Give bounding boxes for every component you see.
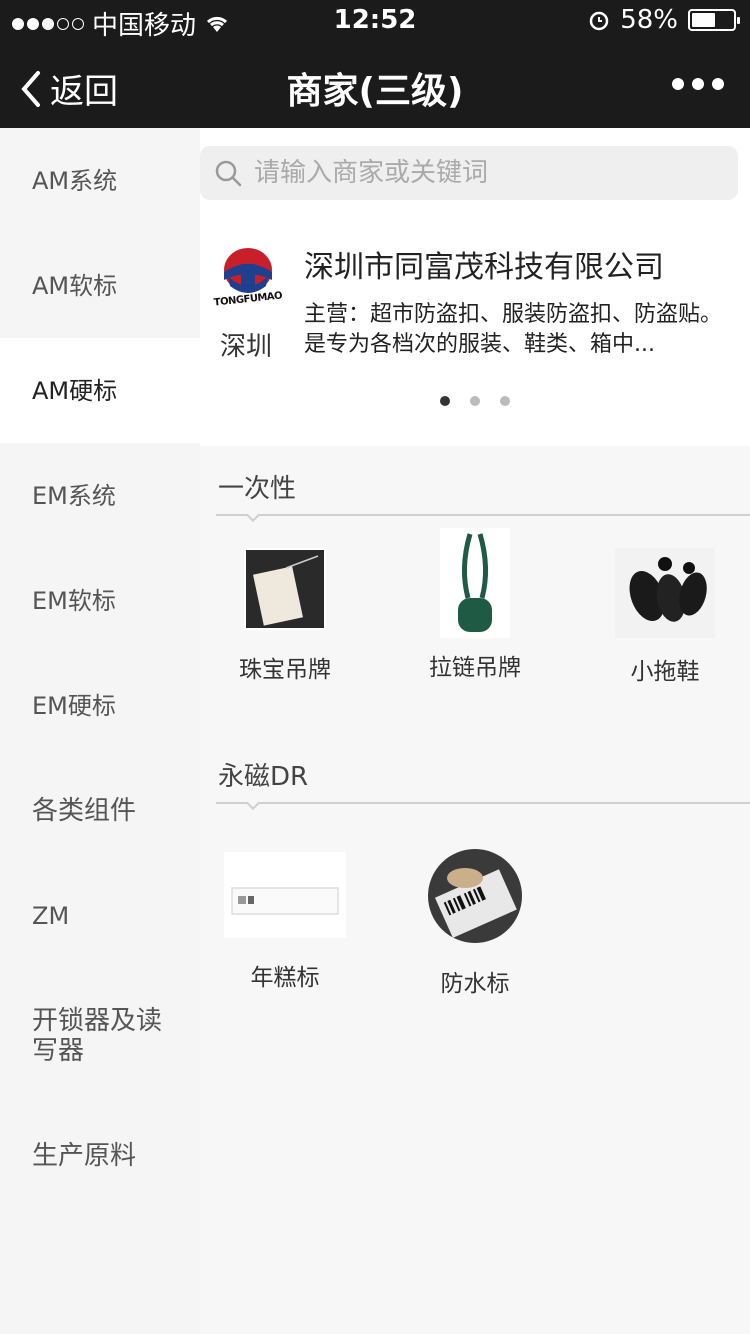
- sidebar-item-label: AM系统: [32, 166, 118, 195]
- section-title: 永磁DR: [218, 762, 309, 792]
- search-icon: [215, 160, 242, 187]
- more-dot-icon: [692, 78, 704, 90]
- sidebar-item-am-hard[interactable]: AM硬标: [0, 338, 200, 443]
- sidebar-item-label: 开锁器及读写器: [32, 1005, 163, 1066]
- product-thumb: [224, 852, 346, 938]
- product-thumb: [428, 849, 522, 943]
- battery-icon: [688, 9, 740, 31]
- search-input[interactable]: [254, 158, 714, 188]
- sidebar-item-raw-materials[interactable]: 生产原料: [0, 1103, 190, 1208]
- battery-percent: 58%: [620, 5, 678, 35]
- sidebar-item-label: EM系统: [32, 481, 116, 510]
- sidebar-item-label: 各类组件: [32, 795, 137, 826]
- sidebar-item-label: AM硬标: [32, 376, 118, 405]
- merchant-card[interactable]: TONGFUMAO 深圳 深圳市同富茂科技有限公司 主营：超市防盗扣、服装防盗扣…: [200, 238, 750, 378]
- sidebar-item-unlockers[interactable]: 开锁器及读写器: [0, 968, 190, 1103]
- page-title: 商家(三级): [286, 71, 464, 112]
- pager-dot-active: [440, 396, 450, 406]
- merchant-name: 深圳市同富茂科技有限公司: [304, 250, 664, 285]
- pager-dot: [470, 396, 480, 406]
- product-label: 防水标: [440, 971, 510, 997]
- sidebar-item-components[interactable]: 各类组件: [0, 758, 190, 863]
- category-sidebar: AM系统 AM软标 AM硬标 EM系统 EM软标 EM硬标 各类组件 ZM 开锁…: [0, 128, 200, 1334]
- merchant-logo: TONGFUMAO: [208, 246, 288, 310]
- section-divider: [216, 795, 750, 811]
- more-dot-icon: [712, 78, 724, 90]
- product-label: 年糕标: [250, 965, 320, 991]
- sidebar-item-label: EM硬标: [32, 691, 116, 720]
- sidebar-item-em-system[interactable]: EM系统: [0, 443, 190, 548]
- carousel-pager: [200, 396, 750, 406]
- product-label: 小拖鞋: [630, 659, 700, 685]
- main-content: TONGFUMAO 深圳 深圳市同富茂科技有限公司 主营：超市防盗扣、服装防盗扣…: [200, 128, 750, 1334]
- product-thumb: [440, 528, 510, 638]
- sidebar-item-label: ZM: [32, 901, 70, 930]
- sidebar-item-label: AM软标: [32, 271, 118, 300]
- product-item-zipper-tag[interactable]: 拉链吊牌: [390, 528, 560, 682]
- merchant-card-area: TONGFUMAO 深圳 深圳市同富茂科技有限公司 主营：超市防盗扣、服装防盗扣…: [200, 128, 750, 446]
- merchant-description: 主营：超市防盗扣、服装防盗扣、防盗贴。是专为各档次的服装、鞋类、箱中...: [304, 302, 723, 357]
- product-thumb: [244, 548, 326, 630]
- status-bar: 中国移动 12:52 58%: [0, 0, 750, 41]
- product-label: 珠宝吊牌: [239, 657, 331, 683]
- product-item-jewelry-tag[interactable]: 珠宝吊牌: [200, 548, 370, 684]
- product-item-rice-cake-label[interactable]: 年糕标: [200, 852, 370, 992]
- sidebar-item-em-soft[interactable]: EM软标: [0, 548, 190, 653]
- sidebar-item-am-soft[interactable]: AM软标: [0, 233, 190, 338]
- product-item-waterproof-label[interactable]: 防水标: [390, 848, 560, 998]
- section-divider: [216, 507, 750, 523]
- search-bar[interactable]: [200, 146, 738, 200]
- alarm-icon: [589, 11, 609, 31]
- sidebar-item-em-hard[interactable]: EM硬标: [0, 653, 190, 758]
- sidebar-item-am-system[interactable]: AM系统: [0, 128, 190, 233]
- section-title: 一次性: [218, 474, 297, 504]
- pager-dot: [500, 396, 510, 406]
- more-dot-icon: [672, 78, 684, 90]
- sidebar-item-label: EM软标: [32, 586, 116, 615]
- merchant-city: 深圳: [220, 332, 273, 362]
- product-item-slipper[interactable]: 小拖鞋: [580, 548, 750, 686]
- sidebar-item-label: 生产原料: [32, 1140, 137, 1171]
- sidebar-item-zm[interactable]: ZM: [0, 863, 190, 968]
- nav-bar: 返回 商家(三级): [0, 40, 750, 128]
- product-label: 拉链吊牌: [429, 655, 521, 681]
- more-button[interactable]: [672, 78, 724, 90]
- product-thumb: [615, 548, 715, 638]
